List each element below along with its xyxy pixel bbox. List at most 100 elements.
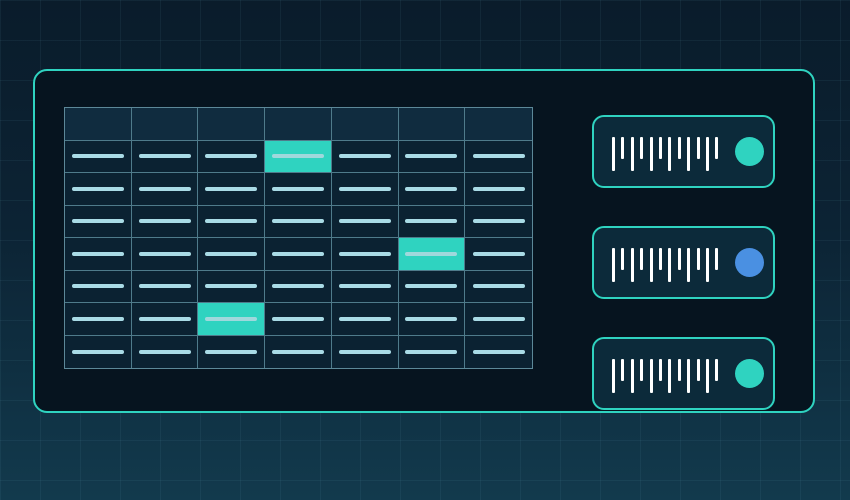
table-cell[interactable] xyxy=(131,173,199,206)
table-cell[interactable] xyxy=(65,173,132,206)
placeholder-text-bar xyxy=(205,154,258,159)
placeholder-text-bar xyxy=(138,219,191,224)
table-cell[interactable] xyxy=(265,238,332,271)
status-dot-icon xyxy=(735,359,764,388)
table-cell[interactable] xyxy=(65,270,132,303)
placeholder-text-bar xyxy=(472,154,525,159)
placeholder-text-bar xyxy=(205,251,258,256)
placeholder-text-bar xyxy=(338,251,391,256)
table-cell[interactable] xyxy=(265,173,332,206)
table-cell[interactable] xyxy=(331,173,399,206)
placeholder-text-bar xyxy=(338,284,391,289)
table-cell[interactable] xyxy=(65,205,132,238)
table-cell[interactable] xyxy=(331,303,399,336)
table-cell[interactable] xyxy=(265,335,332,368)
table-header-cell xyxy=(265,108,332,141)
placeholder-text-bar xyxy=(472,251,525,256)
status-card-2[interactable] xyxy=(592,226,775,299)
table-cell[interactable] xyxy=(198,140,266,173)
table-header-cell xyxy=(331,108,399,141)
status-card-3[interactable] xyxy=(592,337,775,410)
placeholder-text-bar xyxy=(405,219,458,224)
table-cell-selected[interactable] xyxy=(198,303,266,336)
status-dot-icon xyxy=(735,248,764,277)
table-cell[interactable] xyxy=(131,270,199,303)
table-cell[interactable] xyxy=(131,140,199,173)
table-cell[interactable] xyxy=(465,303,532,336)
placeholder-text-bar xyxy=(472,284,525,289)
table-cell[interactable] xyxy=(131,303,199,336)
table-cell[interactable] xyxy=(398,140,466,173)
table-cell[interactable] xyxy=(198,238,266,271)
table-cell[interactable] xyxy=(331,335,399,368)
placeholder-text-bar xyxy=(472,186,525,191)
placeholder-text-bar xyxy=(405,284,458,289)
data-table xyxy=(64,107,533,369)
table-cell[interactable] xyxy=(465,270,532,303)
table-cell[interactable] xyxy=(265,270,332,303)
table-cell[interactable] xyxy=(465,205,532,238)
placeholder-text-bar xyxy=(405,316,458,321)
table-cell[interactable] xyxy=(465,173,532,206)
table-cell[interactable] xyxy=(198,205,266,238)
table-cell[interactable] xyxy=(398,335,466,368)
table-cell[interactable] xyxy=(398,270,466,303)
placeholder-text-bar xyxy=(271,284,324,289)
placeholder-text-bar xyxy=(472,349,525,354)
table-cell[interactable] xyxy=(198,335,266,368)
placeholder-text-bar xyxy=(338,349,391,354)
table-cell[interactable] xyxy=(398,205,466,238)
placeholder-text-bar xyxy=(71,251,124,256)
placeholder-text-bar xyxy=(405,251,458,256)
table-header-cell xyxy=(198,108,266,141)
table-cell[interactable] xyxy=(131,335,199,368)
placeholder-text-bar xyxy=(138,316,191,321)
table-header-cell xyxy=(398,108,466,141)
placeholder-text-bar xyxy=(71,154,124,159)
status-card-1[interactable] xyxy=(592,115,775,188)
table-cell[interactable] xyxy=(131,205,199,238)
placeholder-text-bar xyxy=(71,219,124,224)
table-cell[interactable] xyxy=(265,303,332,336)
table-cell[interactable] xyxy=(331,140,399,173)
table-cell[interactable] xyxy=(265,205,332,238)
table-cell-selected[interactable] xyxy=(398,238,466,271)
table-cell[interactable] xyxy=(331,205,399,238)
table-header-cell xyxy=(131,108,199,141)
placeholder-text-bar xyxy=(138,154,191,159)
placeholder-text-bar xyxy=(338,219,391,224)
table-cell[interactable] xyxy=(398,303,466,336)
placeholder-text-bar xyxy=(472,219,525,224)
placeholder-text-bar xyxy=(205,219,258,224)
barcode-icon xyxy=(612,248,722,284)
placeholder-text-bar xyxy=(138,186,191,191)
table-cell[interactable] xyxy=(465,238,532,271)
table-cell[interactable] xyxy=(398,173,466,206)
table-cell[interactable] xyxy=(131,238,199,271)
table-cell[interactable] xyxy=(465,335,532,368)
placeholder-text-bar xyxy=(271,349,324,354)
placeholder-text-bar xyxy=(405,154,458,159)
placeholder-text-bar xyxy=(271,251,324,256)
table-cell[interactable] xyxy=(465,140,532,173)
status-dot-icon xyxy=(735,137,764,166)
table-header-cell xyxy=(65,108,132,141)
placeholder-text-bar xyxy=(71,316,124,321)
table-cell[interactable] xyxy=(65,335,132,368)
placeholder-text-bar xyxy=(271,186,324,191)
table-cell[interactable] xyxy=(65,303,132,336)
table-cell[interactable] xyxy=(331,238,399,271)
placeholder-text-bar xyxy=(271,219,324,224)
table-cell[interactable] xyxy=(65,140,132,173)
table-cell[interactable] xyxy=(198,270,266,303)
placeholder-text-bar xyxy=(205,349,258,354)
table-cell-selected[interactable] xyxy=(265,140,332,173)
placeholder-text-bar xyxy=(405,186,458,191)
placeholder-text-bar xyxy=(271,316,324,321)
placeholder-text-bar xyxy=(71,349,124,354)
table-cell[interactable] xyxy=(331,270,399,303)
table-cell[interactable] xyxy=(65,238,132,271)
placeholder-text-bar xyxy=(271,154,324,159)
table-cell[interactable] xyxy=(198,173,266,206)
placeholder-text-bar xyxy=(338,154,391,159)
